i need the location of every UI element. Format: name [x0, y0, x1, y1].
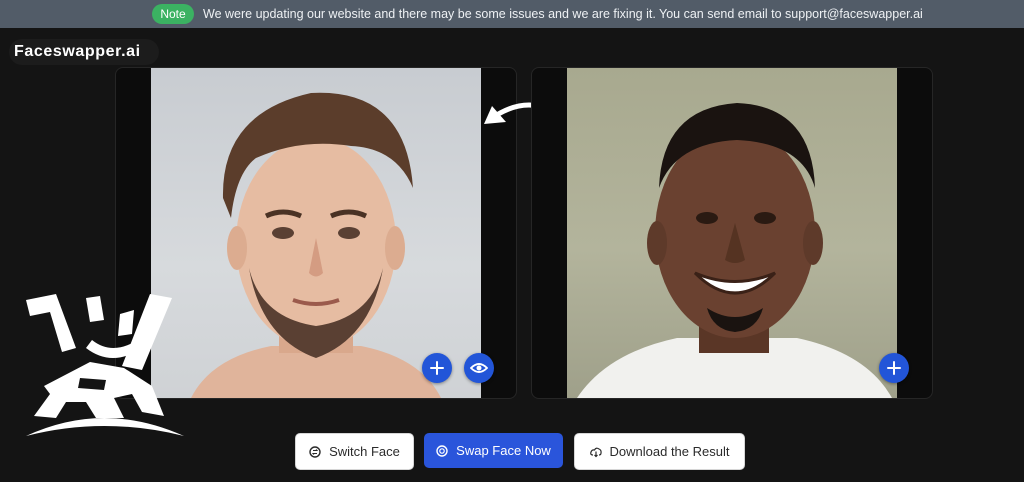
eye-icon	[470, 363, 488, 373]
switch-face-label: Switch Face	[329, 444, 400, 459]
switch-face-button[interactable]: Switch Face	[295, 433, 414, 470]
face-swap-icon	[436, 444, 448, 457]
swap-face-now-button[interactable]: Swap Face Now	[424, 433, 563, 468]
mascot-watermark	[26, 294, 184, 436]
target-face-panel	[531, 67, 933, 399]
preview-source-face-button[interactable]	[464, 353, 494, 383]
note-badge: Note	[152, 4, 194, 24]
swap-face-now-label: Swap Face Now	[456, 443, 551, 458]
logo-text: Faceswapper.ai	[14, 43, 141, 60]
source-face-illustration	[191, 92, 441, 398]
plus-icon	[887, 361, 901, 375]
site-logo[interactable]: Faceswapper.ai	[9, 39, 159, 65]
add-target-face-button[interactable]	[879, 353, 909, 383]
switch-icon	[309, 445, 321, 458]
notice-bar: Note We were updating our website and th…	[0, 0, 1024, 28]
target-face-photo	[567, 68, 897, 398]
source-face-photo	[151, 68, 481, 398]
target-face-illustration	[577, 103, 892, 398]
download-result-button[interactable]: Download the Result	[574, 433, 745, 470]
plus-icon	[430, 361, 444, 375]
add-source-face-button[interactable]	[422, 353, 452, 383]
notice-text: We were updating our website and there m…	[203, 7, 923, 21]
cloud-download-icon	[589, 447, 602, 457]
download-result-label: Download the Result	[609, 444, 730, 459]
